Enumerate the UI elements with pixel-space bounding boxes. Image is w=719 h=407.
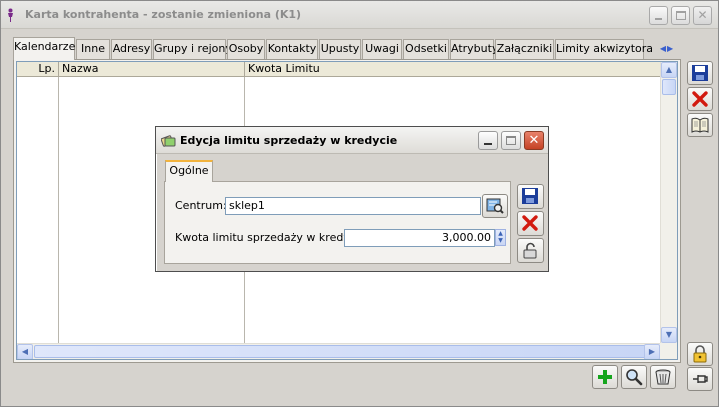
scroll-up-button[interactable]: ▲ [661, 62, 677, 78]
trash-icon [655, 369, 671, 385]
dialog-tab-panel [164, 181, 511, 264]
kwota-field[interactable]: 3,000.00 [344, 229, 495, 247]
tab-uwagi[interactable]: Uwagi [362, 39, 402, 60]
pin-icon [693, 375, 708, 383]
tab-osoby[interactable]: Osoby [227, 39, 265, 60]
tab-atrybuty[interactable]: Atrybuty [450, 39, 498, 60]
save-icon [522, 188, 538, 204]
tab-grupy-i-rejony[interactable]: Grupy i rejony [153, 39, 232, 60]
column-header-nazwa[interactable]: Nazwa [59, 62, 245, 77]
chevron-down-icon: ▼ [665, 330, 673, 339]
scroll-left-button[interactable]: ◀ [17, 344, 33, 359]
horizontal-scrollbar[interactable]: ◀ ▶ [17, 343, 660, 359]
dialog-maximize-button[interactable] [501, 131, 521, 150]
dialog-cancel-button[interactable] [517, 211, 544, 236]
book-button[interactable] [687, 113, 713, 137]
dialog-save-button[interactable] [517, 184, 544, 209]
scroll-thumb-horizontal[interactable] [34, 345, 646, 358]
spin-down-icon: ▼ [498, 237, 503, 244]
dialog-minimize-button[interactable] [478, 131, 498, 150]
centrum-lookup-button[interactable] [482, 194, 508, 218]
column-header-kwota-limitu[interactable]: Kwota Limitu [245, 62, 662, 77]
chevron-up-icon: ▲ [665, 65, 673, 74]
add-button[interactable] [592, 365, 618, 389]
add-icon [598, 370, 612, 384]
maximize-button[interactable] [671, 6, 690, 25]
chevron-right-icon: ▶ [648, 347, 656, 356]
scroll-right-button[interactable]: ▶ [644, 344, 660, 359]
scroll-thumb[interactable] [662, 79, 676, 95]
close-button[interactable]: ✕ [693, 6, 712, 25]
save-button[interactable] [687, 61, 713, 85]
lookup-icon [486, 198, 504, 214]
spin-up-icon: ▲ [498, 230, 503, 237]
centrum-label: Centrum: [175, 199, 227, 212]
vertical-scrollbar[interactable]: ▲ ▼ [660, 62, 677, 343]
tab-adresy[interactable]: Adresy [111, 39, 152, 60]
scroll-down-button[interactable]: ▼ [661, 327, 677, 343]
tab-scroll-arrows[interactable]: ◀▶ [657, 42, 677, 55]
tab-kontakty[interactable]: Kontakty [266, 39, 318, 60]
close-icon: ✕ [528, 133, 540, 148]
dialog-lock-button[interactable] [517, 238, 544, 263]
delete-button[interactable] [650, 365, 676, 389]
column-header-lp[interactable]: Lp. [17, 62, 59, 77]
tab-upusty[interactable]: Upusty [319, 39, 361, 60]
chevron-left-icon: ◀ [21, 347, 29, 356]
cancel-icon [522, 215, 538, 231]
search-button[interactable] [621, 365, 647, 389]
dialog-title-bar: Edycja limitu sprzedaży w kredycie ✕ [156, 127, 548, 154]
dialog-tab-ogolne[interactable]: Ogólne [165, 160, 213, 182]
cancel-icon [692, 91, 708, 107]
column-divider [58, 77, 59, 343]
tab-limity-akwizytora[interactable]: Limity akwizytora [555, 39, 653, 60]
kwota-label: Kwota limitu sprzedaży w kredycie: [175, 231, 370, 244]
minimize-button[interactable] [649, 6, 668, 25]
dialog-close-button[interactable]: ✕ [524, 131, 544, 150]
scroll-corner [660, 343, 677, 359]
dialog-title: Edycja limitu sprzedaży w kredycie [180, 134, 398, 147]
pin-button[interactable] [687, 367, 713, 391]
tab-zalaczniki[interactable]: Załączniki [495, 39, 554, 60]
lock-button[interactable] [687, 342, 713, 366]
book-icon [691, 117, 709, 133]
title-bar: Karta kontrahenta - zostanie zmieniona (… [1, 1, 718, 29]
tab-odsetki[interactable]: Odsetki [403, 39, 449, 60]
tab-inne[interactable]: Inne [76, 39, 110, 60]
save-icon [692, 65, 708, 81]
cancel-button[interactable] [687, 87, 713, 111]
lock-icon [693, 345, 707, 363]
close-icon: ✕ [697, 8, 708, 22]
padlock-icon [523, 242, 537, 259]
search-icon [626, 369, 643, 386]
cards-icon [161, 135, 176, 147]
kwota-spinner[interactable]: ▲ ▼ [495, 229, 506, 246]
person-icon [8, 8, 13, 22]
window-title: Karta kontrahenta - zostanie zmieniona (… [25, 8, 302, 21]
tab-kalendarze[interactable]: Kalendarze [13, 37, 75, 60]
centrum-field[interactable]: sklep1 [225, 197, 481, 215]
